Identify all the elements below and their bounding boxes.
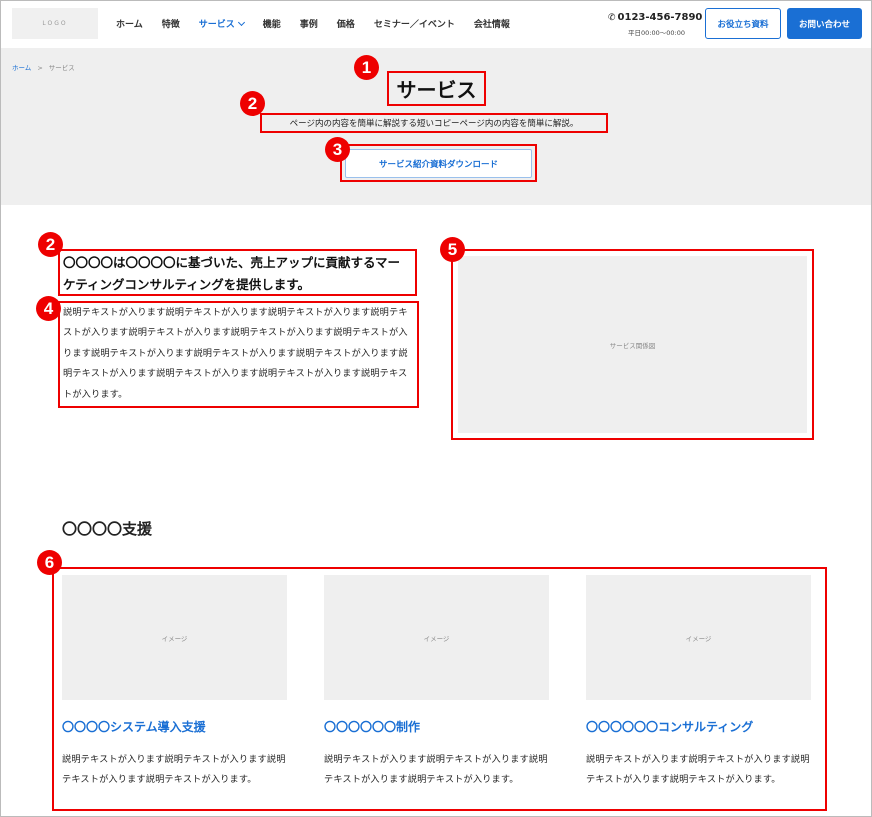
card-text: 説明テキストが入ります説明テキストが入ります説明テキストが入ります説明テキストが… (586, 754, 810, 785)
card-image: イメージ (586, 575, 811, 700)
service-card[interactable]: イメージ 〇〇〇〇〇〇制作 説明テキストが入ります説明テキストが入ります説明テキ… (324, 575, 549, 790)
nav-item-features[interactable]: 特徴 (162, 17, 180, 30)
card-text: 説明テキストが入ります説明テキストが入ります説明テキストが入ります説明テキストが… (62, 754, 286, 785)
support-section-title: 〇〇〇〇支援 (62, 520, 153, 538)
diagram-highlight: サービス関係図 (451, 249, 814, 440)
service-cards: イメージ 〇〇〇〇システム導入支援 説明テキストが入ります説明テキストが入ります… (52, 567, 827, 811)
nav-item-services[interactable]: サービス (198, 17, 245, 30)
intro-text: 説明テキストが入ります説明テキストが入ります説明テキストが入ります説明テキストが… (58, 301, 419, 408)
phone-text: 0123-456-7890 (617, 12, 703, 23)
download-brochure-button[interactable]: サービス紹介資料ダウンロード (345, 149, 532, 178)
card-text: 説明テキストが入ります説明テキストが入ります説明テキストが入ります説明テキストが… (324, 754, 548, 785)
annotation-badge-1: 1 (354, 55, 379, 80)
card-image: イメージ (62, 575, 287, 700)
annotation-badge-4: 4 (36, 296, 61, 321)
annotation-badge-2: 2 (240, 91, 265, 116)
resources-button[interactable]: お役立ち資料 (705, 8, 781, 39)
page-lead: ページ内の内容を簡単に解説する短いコピーページ内の内容を簡単に解説。 (260, 113, 608, 133)
nav-item-services-label: サービス (198, 20, 235, 30)
card-title[interactable]: 〇〇〇〇システム導入支援 (62, 718, 287, 735)
nav-item-pricing[interactable]: 価格 (337, 17, 355, 30)
breadcrumb: ホーム > サービス (12, 62, 75, 72)
download-highlight: サービス紹介資料ダウンロード (340, 144, 537, 182)
phone-number[interactable]: ✆ 0123-456-7890 (608, 12, 702, 23)
breadcrumb-separator: > (37, 64, 43, 72)
service-card[interactable]: イメージ 〇〇〇〇〇〇コンサルティング 説明テキストが入ります説明テキストが入り… (586, 575, 811, 790)
card-title[interactable]: 〇〇〇〇〇〇制作 (324, 718, 549, 735)
annotation-badge-2b: 2 (38, 232, 63, 257)
service-diagram-image: サービス関係図 (458, 256, 807, 433)
phone-icon: ✆ (608, 13, 616, 23)
service-card[interactable]: イメージ 〇〇〇〇システム導入支援 説明テキストが入ります説明テキストが入ります… (62, 575, 287, 790)
page-title: サービス (387, 71, 486, 106)
nav-item-company[interactable]: 会社情報 (474, 17, 510, 30)
global-nav: ホーム 特徴 サービス 機能 事例 価格 セミナー／イベント 会社情報 (116, 17, 529, 30)
business-hours: 平日00:00〜00:00 (628, 29, 685, 37)
breadcrumb-current: サービス (48, 64, 75, 72)
card-image: イメージ (324, 575, 549, 700)
site-logo[interactable]: LOGO (12, 8, 98, 39)
nav-item-functions[interactable]: 機能 (263, 17, 281, 30)
card-title[interactable]: 〇〇〇〇〇〇コンサルティング (586, 718, 811, 735)
chevron-down-icon (237, 18, 245, 27)
annotation-badge-5: 5 (440, 237, 465, 262)
site-header: LOGO ホーム 特徴 サービス 機能 事例 価格 セミナー／イベント 会社情報… (0, 0, 872, 48)
annotation-badge-6: 6 (37, 550, 62, 575)
nav-item-home[interactable]: ホーム (116, 17, 143, 30)
nav-item-cases[interactable]: 事例 (300, 17, 318, 30)
intro-heading: 〇〇〇〇は〇〇〇〇に基づいた、売上アップに貢献するマーケティングコンサルティング… (58, 249, 417, 296)
breadcrumb-home[interactable]: ホーム (12, 64, 31, 72)
annotation-badge-3: 3 (325, 137, 350, 162)
nav-item-seminar[interactable]: セミナー／イベント (374, 17, 455, 30)
contact-button[interactable]: お問い合わせ (787, 8, 862, 39)
